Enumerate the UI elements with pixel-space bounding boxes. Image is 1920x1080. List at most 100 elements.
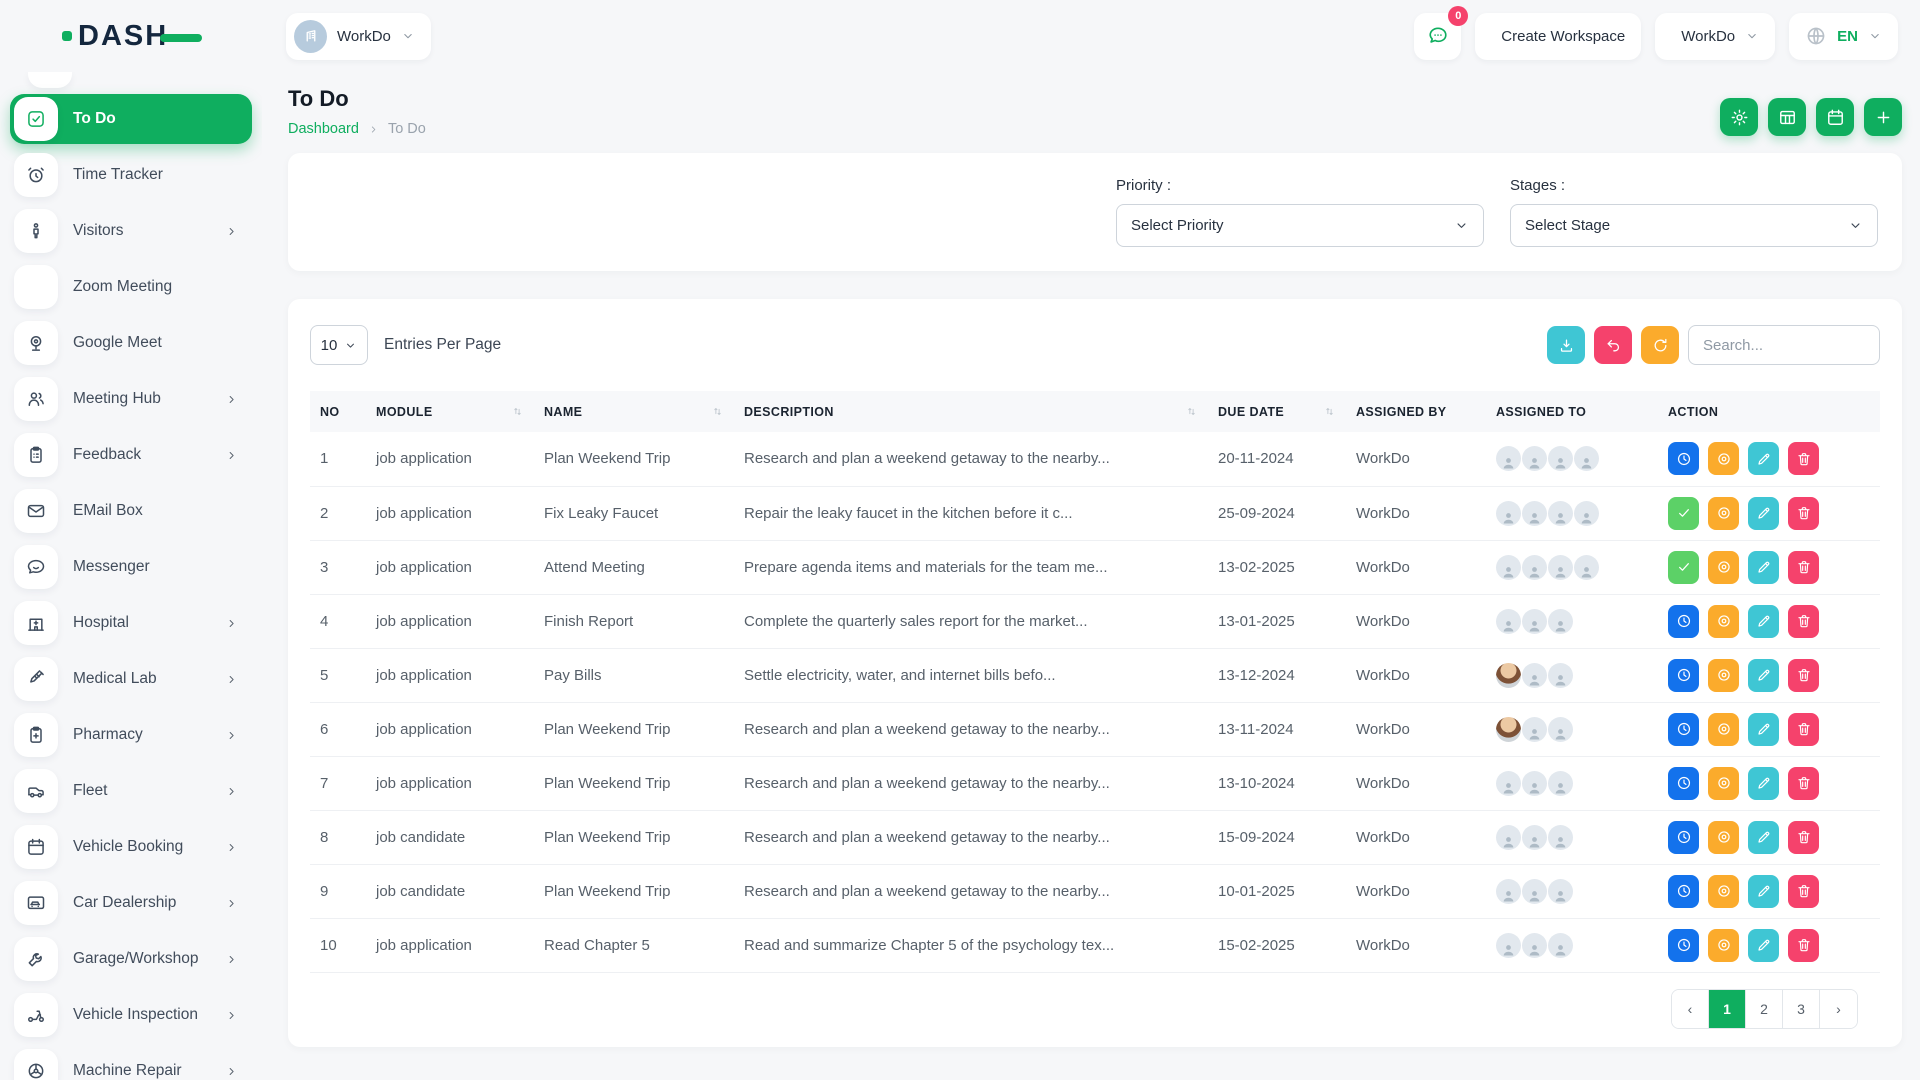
sidebar-item-meeting-hub[interactable]: Meeting Hub	[10, 374, 252, 424]
assignee-avatar	[1574, 501, 1599, 526]
sort-icon	[511, 405, 524, 418]
person-icon	[1552, 779, 1569, 796]
timer-action-button[interactable]	[1668, 821, 1699, 854]
sidebar-item-label: Feedback	[73, 446, 141, 464]
sidebar-item-garage-workshop[interactable]: Garage/Workshop	[10, 934, 252, 984]
calendar-view-button[interactable]	[1816, 98, 1854, 136]
view-action-button[interactable]	[1708, 875, 1739, 908]
settings-button[interactable]	[1720, 98, 1758, 136]
view-action-button[interactable]	[1708, 821, 1739, 854]
table-icon	[1778, 108, 1797, 127]
column-header-name[interactable]: NAME	[534, 391, 734, 432]
sidebar-item-pharmacy[interactable]: Pharmacy	[10, 710, 252, 760]
sidebar-item-time-tracker[interactable]: Time Tracker	[10, 150, 252, 200]
timer-action-button[interactable]	[1668, 767, 1699, 800]
edit-action-button[interactable]	[1748, 713, 1779, 746]
delete-action-button[interactable]	[1788, 713, 1819, 746]
timer-action-button[interactable]	[1668, 929, 1699, 962]
sidebar-item-feedback[interactable]: Feedback	[10, 430, 252, 480]
create-workspace-button[interactable]: Create Workspace	[1475, 13, 1641, 60]
sidebar-item-machine-repair[interactable]: Machine Repair	[10, 1046, 252, 1080]
workdo-menu-button[interactable]: WorkDo	[1655, 13, 1775, 60]
refresh-button[interactable]	[1641, 326, 1679, 364]
sidebar-item-to-do[interactable]: To Do	[10, 94, 252, 144]
edit-action-button[interactable]	[1748, 875, 1779, 908]
create-workspace-label: Create Workspace	[1501, 28, 1625, 45]
page-2[interactable]: 2	[1746, 990, 1783, 1028]
complete-action-button[interactable]	[1668, 497, 1699, 530]
view-action-button[interactable]	[1708, 551, 1739, 584]
add-todo-button[interactable]	[1864, 98, 1902, 136]
assignee-avatar	[1522, 879, 1547, 904]
delete-action-button[interactable]	[1788, 821, 1819, 854]
assignee-avatar	[1522, 501, 1547, 526]
timer-action-button[interactable]	[1668, 875, 1699, 908]
view-action-button[interactable]	[1708, 929, 1739, 962]
view-action-button[interactable]	[1708, 713, 1739, 746]
edit-action-button[interactable]	[1748, 497, 1779, 530]
view-action-button[interactable]	[1708, 442, 1739, 475]
breadcrumb-dashboard-link[interactable]: Dashboard	[288, 121, 359, 137]
delete-action-button[interactable]	[1788, 442, 1819, 475]
sidebar-item-zoom-meeting[interactable]: Zoom Meeting	[10, 262, 252, 312]
sidebar-item-email-box[interactable]: EMail Box	[10, 486, 252, 536]
sidebar-item-car-dealership[interactable]: Car Dealership	[10, 878, 252, 928]
edit-action-button[interactable]	[1748, 605, 1779, 638]
delete-action-button[interactable]	[1788, 929, 1819, 962]
page-prev[interactable]: ‹	[1672, 990, 1709, 1028]
search-input[interactable]	[1688, 325, 1880, 365]
delete-action-button[interactable]	[1788, 551, 1819, 584]
grid-view-button[interactable]	[1768, 98, 1806, 136]
sidebar-item-partial	[28, 72, 72, 88]
sidebar-item-visitors[interactable]: Visitors	[10, 206, 252, 256]
assignee-avatar	[1522, 825, 1547, 850]
table-row: 6job applicationPlan Weekend TripResearc…	[310, 702, 1880, 756]
sidebar-item-vehicle-booking[interactable]: Vehicle Booking	[10, 822, 252, 872]
timer-action-button[interactable]	[1668, 442, 1699, 475]
reset-button[interactable]	[1594, 326, 1632, 364]
sidebar-item-fleet[interactable]: Fleet	[10, 766, 252, 816]
export-button[interactable]	[1547, 326, 1585, 364]
notifications-button[interactable]: 0	[1414, 13, 1461, 60]
priority-select[interactable]: Select Priority	[1116, 204, 1484, 247]
edit-action-button[interactable]	[1748, 929, 1779, 962]
person-icon	[1578, 509, 1595, 526]
sidebar-item-google-meet[interactable]: Google Meet	[10, 318, 252, 368]
edit-action-button[interactable]	[1748, 767, 1779, 800]
page-next[interactable]: ›	[1820, 990, 1857, 1028]
edit-action-button[interactable]	[1748, 821, 1779, 854]
language-selector[interactable]: EN	[1789, 13, 1898, 60]
due-date-cell: 13-11-2024	[1208, 702, 1346, 756]
entries-per-page-select[interactable]: 10	[310, 325, 368, 365]
delete-action-button[interactable]	[1788, 497, 1819, 530]
column-header-module[interactable]: MODULE	[366, 391, 534, 432]
complete-action-button[interactable]	[1668, 551, 1699, 584]
timer-action-button[interactable]	[1668, 605, 1699, 638]
chevron-right-icon	[225, 617, 238, 630]
delete-action-button[interactable]	[1788, 875, 1819, 908]
sidebar-item-hospital[interactable]: Hospital	[10, 598, 252, 648]
table-row: 10job applicationRead Chapter 5Read and …	[310, 918, 1880, 972]
delete-action-button[interactable]	[1788, 605, 1819, 638]
view-action-button[interactable]	[1708, 659, 1739, 692]
view-action-button[interactable]	[1708, 605, 1739, 638]
edit-action-button[interactable]	[1748, 659, 1779, 692]
page-1[interactable]: 1	[1709, 990, 1746, 1028]
delete-action-button[interactable]	[1788, 659, 1819, 692]
timer-action-button[interactable]	[1668, 659, 1699, 692]
sidebar-item-messenger[interactable]: Messenger	[10, 542, 252, 592]
column-header-due-date[interactable]: DUE DATE	[1208, 391, 1346, 432]
delete-action-button[interactable]	[1788, 767, 1819, 800]
view-action-button[interactable]	[1708, 497, 1739, 530]
sidebar-item-medical-lab[interactable]: Medical Lab	[10, 654, 252, 704]
timer-action-button[interactable]	[1668, 713, 1699, 746]
workspace-switcher[interactable]: WorkDo	[286, 13, 431, 60]
stage-select[interactable]: Select Stage	[1510, 204, 1878, 247]
column-header-description[interactable]: DESCRIPTION	[734, 391, 1208, 432]
pencil-icon	[1756, 721, 1772, 737]
page-3[interactable]: 3	[1783, 990, 1820, 1028]
edit-action-button[interactable]	[1748, 551, 1779, 584]
sidebar-item-vehicle-inspection[interactable]: Vehicle Inspection	[10, 990, 252, 1040]
edit-action-button[interactable]	[1748, 442, 1779, 475]
view-action-button[interactable]	[1708, 767, 1739, 800]
